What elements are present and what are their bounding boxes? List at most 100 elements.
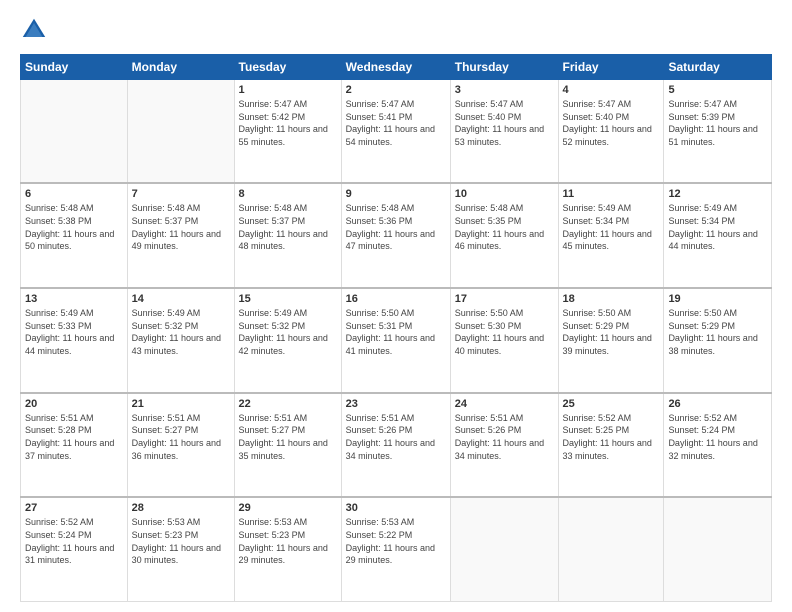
day-detail: Sunrise: 5:48 AM Sunset: 5:36 PM Dayligh… bbox=[346, 202, 446, 252]
logo-icon bbox=[20, 16, 48, 44]
day-detail: Sunrise: 5:50 AM Sunset: 5:31 PM Dayligh… bbox=[346, 307, 446, 357]
calendar-cell: 20 Sunrise: 5:51 AM Sunset: 5:28 PM Dayli… bbox=[21, 393, 128, 498]
calendar-cell: 17Sunrise: 5:50 AM Sunset: 5:30 PM Dayli… bbox=[450, 288, 558, 393]
calendar-cell: 16 Sunrise: 5:50 AM Sunset: 5:31 PM Dayli… bbox=[341, 288, 450, 393]
calendar-cell bbox=[21, 80, 128, 184]
header bbox=[20, 16, 772, 44]
calendar-cell: 3 Sunrise: 5:47 AM Sunset: 5:40 PM Daylig… bbox=[450, 80, 558, 184]
calendar-cell: 21Sunrise: 5:51 AM Sunset: 5:27 PM Dayli… bbox=[127, 393, 234, 498]
week-row-4: 20 Sunrise: 5:51 AM Sunset: 5:28 PM Dayli… bbox=[21, 393, 772, 498]
calendar-cell: 25 Sunrise: 5:52 AM Sunset: 5:25 PM Dayli… bbox=[558, 393, 664, 498]
day-detail: Sunrise: 5:49 AM Sunset: 5:34 PM Dayligh… bbox=[668, 202, 767, 252]
calendar-cell: 8 Sunrise: 5:48 AM Sunset: 5:37 PM Daylig… bbox=[234, 183, 341, 288]
day-number: 7 bbox=[132, 188, 230, 200]
week-row-5: 27Sunrise: 5:52 AM Sunset: 5:24 PM Dayli… bbox=[21, 497, 772, 601]
day-number: 15 bbox=[239, 293, 337, 305]
calendar-cell: 29 Sunrise: 5:53 AM Sunset: 5:23 PM Dayli… bbox=[234, 497, 341, 601]
day-number: 24 bbox=[455, 398, 554, 410]
calendar-cell: 23 Sunrise: 5:51 AM Sunset: 5:26 PM Dayli… bbox=[341, 393, 450, 498]
calendar-cell: 18 Sunrise: 5:50 AM Sunset: 5:29 PM Dayli… bbox=[558, 288, 664, 393]
calendar-cell: 6 Sunrise: 5:48 AM Sunset: 5:38 PM Daylig… bbox=[21, 183, 128, 288]
day-number: 26 bbox=[668, 398, 767, 410]
day-number: 6 bbox=[25, 188, 123, 200]
day-detail: Sunrise: 5:47 AM Sunset: 5:40 PM Dayligh… bbox=[455, 98, 554, 148]
day-number: 19 bbox=[668, 293, 767, 305]
day-detail: Sunrise: 5:49 AM Sunset: 5:33 PM Dayligh… bbox=[25, 307, 123, 357]
day-number: 4 bbox=[563, 84, 660, 96]
week-row-2: 6 Sunrise: 5:48 AM Sunset: 5:38 PM Daylig… bbox=[21, 183, 772, 288]
day-detail: Sunrise: 5:47 AM Sunset: 5:40 PM Dayligh… bbox=[563, 98, 660, 148]
calendar-cell: 19 Sunrise: 5:50 AM Sunset: 5:29 PM Dayli… bbox=[664, 288, 772, 393]
day-detail: Sunrise: 5:49 AM Sunset: 5:34 PM Dayligh… bbox=[563, 202, 660, 252]
calendar-cell: 28Sunrise: 5:53 AM Sunset: 5:23 PM Dayli… bbox=[127, 497, 234, 601]
calendar-cell: 9 Sunrise: 5:48 AM Sunset: 5:36 PM Daylig… bbox=[341, 183, 450, 288]
weekday-header-sunday: Sunday bbox=[21, 55, 128, 80]
day-detail: Sunrise: 5:47 AM Sunset: 5:42 PM Dayligh… bbox=[239, 98, 337, 148]
day-detail: Sunrise: 5:50 AM Sunset: 5:29 PM Dayligh… bbox=[563, 307, 660, 357]
day-number: 18 bbox=[563, 293, 660, 305]
calendar-table: SundayMondayTuesdayWednesdayThursdayFrid… bbox=[20, 54, 772, 602]
day-number: 11 bbox=[563, 188, 660, 200]
day-detail: Sunrise: 5:53 AM Sunset: 5:22 PM Dayligh… bbox=[346, 516, 446, 566]
calendar-cell: 12 Sunrise: 5:49 AM Sunset: 5:34 PM Dayli… bbox=[664, 183, 772, 288]
calendar-cell: 7Sunrise: 5:48 AM Sunset: 5:37 PM Daylig… bbox=[127, 183, 234, 288]
day-number: 23 bbox=[346, 398, 446, 410]
calendar-cell: 2 Sunrise: 5:47 AM Sunset: 5:41 PM Daylig… bbox=[341, 80, 450, 184]
day-number: 21 bbox=[132, 398, 230, 410]
weekday-header-monday: Monday bbox=[127, 55, 234, 80]
day-detail: Sunrise: 5:52 AM Sunset: 5:24 PM Dayligh… bbox=[668, 412, 767, 462]
calendar-cell: 1Sunrise: 5:47 AM Sunset: 5:42 PM Daylig… bbox=[234, 80, 341, 184]
day-number: 5 bbox=[668, 84, 767, 96]
week-row-3: 13Sunrise: 5:49 AM Sunset: 5:33 PM Dayli… bbox=[21, 288, 772, 393]
day-detail: Sunrise: 5:48 AM Sunset: 5:35 PM Dayligh… bbox=[455, 202, 554, 252]
weekday-header-saturday: Saturday bbox=[664, 55, 772, 80]
day-number: 8 bbox=[239, 188, 337, 200]
day-detail: Sunrise: 5:51 AM Sunset: 5:26 PM Dayligh… bbox=[455, 412, 554, 462]
calendar-cell: 5 Sunrise: 5:47 AM Sunset: 5:39 PM Daylig… bbox=[664, 80, 772, 184]
day-detail: Sunrise: 5:51 AM Sunset: 5:27 PM Dayligh… bbox=[239, 412, 337, 462]
day-number: 17 bbox=[455, 293, 554, 305]
day-detail: Sunrise: 5:51 AM Sunset: 5:26 PM Dayligh… bbox=[346, 412, 446, 462]
day-detail: Sunrise: 5:53 AM Sunset: 5:23 PM Dayligh… bbox=[132, 516, 230, 566]
day-number: 20 bbox=[25, 398, 123, 410]
day-detail: Sunrise: 5:52 AM Sunset: 5:25 PM Dayligh… bbox=[563, 412, 660, 462]
day-number: 30 bbox=[346, 502, 446, 514]
calendar-cell: 26 Sunrise: 5:52 AM Sunset: 5:24 PM Dayli… bbox=[664, 393, 772, 498]
day-number: 3 bbox=[455, 84, 554, 96]
day-number: 9 bbox=[346, 188, 446, 200]
day-detail: Sunrise: 5:51 AM Sunset: 5:28 PM Dayligh… bbox=[25, 412, 123, 462]
day-number: 29 bbox=[239, 502, 337, 514]
day-detail: Sunrise: 5:49 AM Sunset: 5:32 PM Dayligh… bbox=[239, 307, 337, 357]
day-number: 25 bbox=[563, 398, 660, 410]
weekday-header-row: SundayMondayTuesdayWednesdayThursdayFrid… bbox=[21, 55, 772, 80]
weekday-header-wednesday: Wednesday bbox=[341, 55, 450, 80]
day-detail: Sunrise: 5:48 AM Sunset: 5:38 PM Dayligh… bbox=[25, 202, 123, 252]
day-number: 2 bbox=[346, 84, 446, 96]
calendar-cell: 14Sunrise: 5:49 AM Sunset: 5:32 PM Dayli… bbox=[127, 288, 234, 393]
calendar-cell: 22 Sunrise: 5:51 AM Sunset: 5:27 PM Dayli… bbox=[234, 393, 341, 498]
day-number: 10 bbox=[455, 188, 554, 200]
calendar-cell: 13Sunrise: 5:49 AM Sunset: 5:33 PM Dayli… bbox=[21, 288, 128, 393]
day-number: 22 bbox=[239, 398, 337, 410]
calendar-cell: 15 Sunrise: 5:49 AM Sunset: 5:32 PM Dayli… bbox=[234, 288, 341, 393]
weekday-header-tuesday: Tuesday bbox=[234, 55, 341, 80]
week-row-1: 1Sunrise: 5:47 AM Sunset: 5:42 PM Daylig… bbox=[21, 80, 772, 184]
calendar-cell bbox=[664, 497, 772, 601]
day-detail: Sunrise: 5:52 AM Sunset: 5:24 PM Dayligh… bbox=[25, 516, 123, 566]
day-detail: Sunrise: 5:47 AM Sunset: 5:39 PM Dayligh… bbox=[668, 98, 767, 148]
calendar-cell: 24 Sunrise: 5:51 AM Sunset: 5:26 PM Dayli… bbox=[450, 393, 558, 498]
day-detail: Sunrise: 5:48 AM Sunset: 5:37 PM Dayligh… bbox=[239, 202, 337, 252]
calendar-cell: 30 Sunrise: 5:53 AM Sunset: 5:22 PM Dayli… bbox=[341, 497, 450, 601]
calendar-cell bbox=[450, 497, 558, 601]
day-detail: Sunrise: 5:53 AM Sunset: 5:23 PM Dayligh… bbox=[239, 516, 337, 566]
day-number: 12 bbox=[668, 188, 767, 200]
day-detail: Sunrise: 5:50 AM Sunset: 5:29 PM Dayligh… bbox=[668, 307, 767, 357]
day-detail: Sunrise: 5:47 AM Sunset: 5:41 PM Dayligh… bbox=[346, 98, 446, 148]
logo bbox=[20, 16, 52, 44]
calendar-cell: 10 Sunrise: 5:48 AM Sunset: 5:35 PM Dayli… bbox=[450, 183, 558, 288]
weekday-header-thursday: Thursday bbox=[450, 55, 558, 80]
weekday-header-friday: Friday bbox=[558, 55, 664, 80]
page: SundayMondayTuesdayWednesdayThursdayFrid… bbox=[0, 0, 792, 612]
calendar-cell: 27Sunrise: 5:52 AM Sunset: 5:24 PM Dayli… bbox=[21, 497, 128, 601]
day-number: 16 bbox=[346, 293, 446, 305]
